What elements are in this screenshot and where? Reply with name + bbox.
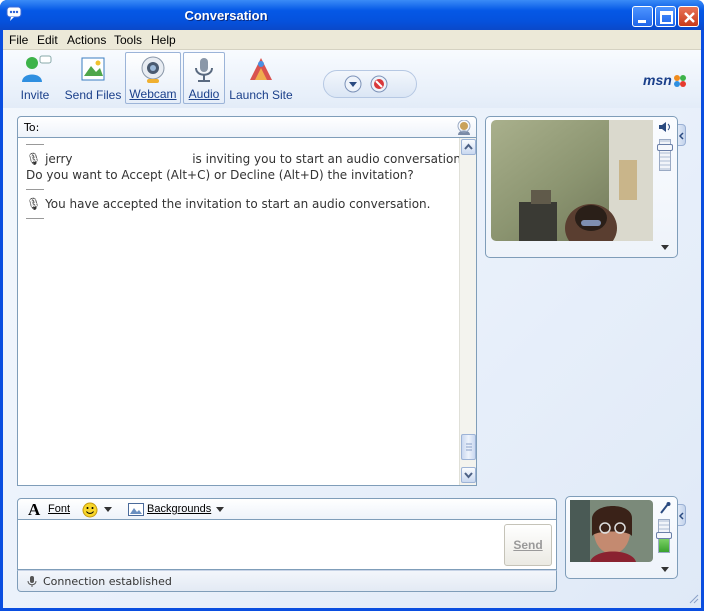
send-files-icon	[81, 57, 105, 81]
remote-video-dropdown-icon[interactable]	[661, 245, 669, 251]
grip-icon	[466, 443, 472, 451]
speaker-icon[interactable]	[658, 121, 672, 133]
emoticon-icon[interactable]	[82, 502, 98, 518]
accepted-message: 🎙 You have accepted the invitation to st…	[26, 196, 454, 212]
invite-message: 🎙 jerry is inviting you to start an audi…	[26, 151, 465, 167]
audio-button[interactable]: Audio	[183, 52, 225, 104]
scroll-thumb[interactable]	[461, 434, 476, 460]
webcam-icon	[141, 56, 165, 83]
launch-site-button[interactable]: Launch Site	[229, 52, 293, 104]
webcam-button[interactable]: Webcam	[125, 52, 181, 104]
toolbar-more-button[interactable]	[344, 75, 362, 93]
accepted-text: You have accepted the invitation to star…	[45, 197, 431, 211]
launch-site-label: Launch Site	[229, 88, 293, 102]
font-button[interactable]: Font	[48, 503, 70, 515]
status-bar: Connection established	[17, 570, 557, 592]
webcam-label: Webcam	[129, 87, 177, 101]
launch-site-icon	[250, 58, 272, 80]
close-icon	[684, 12, 695, 23]
client-area: File Edit Actions Tools Help Invite Send…	[3, 30, 701, 608]
microphone-icon: 🎙	[26, 152, 42, 166]
invite-sender: jerry	[45, 152, 73, 166]
title-bar[interactable]: Conversation	[0, 0, 704, 30]
to-label: To:	[24, 121, 40, 134]
close-button[interactable]	[678, 6, 699, 27]
status-text: Connection established	[43, 575, 172, 588]
menu-file[interactable]: File	[9, 33, 28, 47]
scroll-down-button[interactable]	[461, 467, 476, 483]
maximize-icon	[660, 11, 673, 24]
compose-toolbar: A Font Backgrounds	[17, 498, 557, 520]
remote-panel-collapse-tab[interactable]	[678, 124, 686, 146]
self-webcam-feed[interactable]	[570, 500, 653, 562]
message-input[interactable]: Send	[17, 520, 557, 570]
menu-bar: File Edit Actions Tools Help	[3, 30, 701, 50]
msn-logo: msn	[643, 72, 672, 88]
invite-button[interactable]: Invite	[12, 52, 58, 104]
invite-text: is inviting you to start an audio conver…	[192, 152, 465, 166]
menu-help[interactable]: Help	[151, 33, 176, 47]
microphone-icon: 🎙	[26, 197, 42, 211]
window-title: Conversation	[184, 8, 268, 23]
backgrounds-dropdown-icon[interactable]	[216, 507, 224, 513]
chevron-up-icon	[464, 143, 473, 150]
menu-tools[interactable]: Tools	[114, 33, 142, 47]
minimize-icon	[638, 20, 646, 23]
chevron-left-icon	[678, 132, 684, 140]
remote-video-panel	[485, 116, 678, 258]
send-files-button[interactable]: Send Files	[63, 52, 123, 104]
maximize-button[interactable]	[655, 6, 676, 27]
invite-icon	[22, 55, 52, 82]
microphone-volume-thumb[interactable]	[656, 532, 672, 539]
message-separator	[26, 218, 44, 219]
speaker-volume-slider[interactable]	[657, 139, 673, 171]
to-bar: To:	[17, 116, 477, 138]
message-separator	[26, 144, 44, 145]
conversation-history[interactable]: 🎙 jerry is inviting you to start an audi…	[17, 138, 477, 486]
audio-label: Audio	[188, 87, 220, 101]
send-files-label: Send Files	[64, 88, 122, 102]
connection-icon	[27, 576, 37, 587]
contact-card-icon[interactable]	[456, 120, 472, 136]
invite-question: Do you want to Accept (Alt+C) or Decline…	[26, 168, 414, 182]
conversation-window: Conversation File Edit Actions Tools Hel…	[0, 0, 704, 611]
invite-label: Invite	[20, 88, 50, 102]
menu-actions[interactable]: Actions	[67, 33, 106, 47]
microphone-volume-slider[interactable]	[656, 519, 672, 553]
backgrounds-button[interactable]: Backgrounds	[147, 503, 211, 515]
scroll-up-button[interactable]	[461, 139, 476, 155]
remote-webcam-feed[interactable]	[491, 120, 653, 241]
microphone-volume-icon[interactable]	[659, 501, 671, 515]
font-icon[interactable]: A	[28, 500, 40, 520]
chat-scrollbar[interactable]	[459, 138, 476, 485]
self-video-dropdown-icon[interactable]	[661, 567, 669, 573]
speaker-volume-thumb[interactable]	[657, 144, 673, 151]
message-separator	[26, 189, 44, 190]
menu-edit[interactable]: Edit	[37, 33, 58, 47]
audio-icon	[195, 58, 213, 82]
self-panel-collapse-tab[interactable]	[678, 504, 686, 526]
microphone-level-meter	[659, 538, 669, 552]
block-button[interactable]	[370, 75, 388, 93]
minimize-button[interactable]	[632, 6, 653, 27]
emoticon-dropdown-icon[interactable]	[104, 507, 112, 513]
msn-butterfly-icon	[674, 75, 686, 87]
resize-grip-icon[interactable]	[687, 592, 699, 604]
chevron-left-icon	[678, 512, 684, 520]
toolbar-extras	[323, 70, 417, 98]
self-video-panel	[565, 496, 678, 579]
backgrounds-icon[interactable]	[128, 503, 144, 516]
send-button[interactable]: Send	[504, 524, 552, 566]
chevron-down-icon	[464, 472, 473, 479]
